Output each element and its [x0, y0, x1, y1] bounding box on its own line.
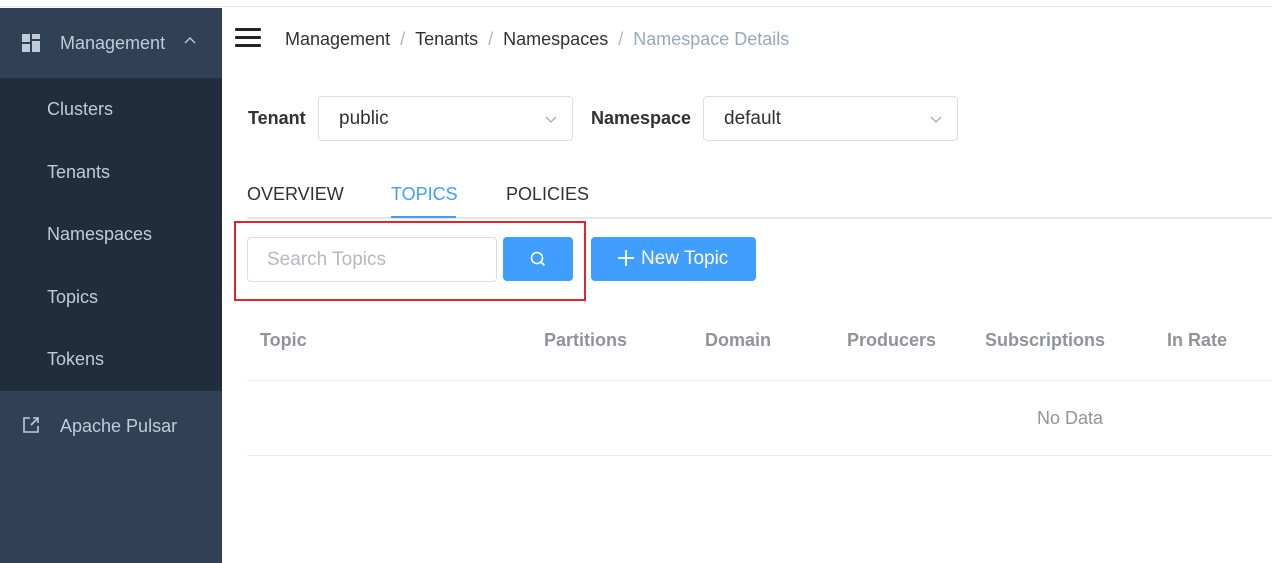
top-border — [0, 0, 1272, 7]
tab-topics[interactable]: TOPICS — [391, 184, 458, 205]
breadcrumb-separator: / — [618, 29, 624, 49]
breadcrumb-separator: / — [400, 29, 406, 49]
sidebar-item-namespaces[interactable]: Namespaces — [0, 203, 222, 265]
tenant-label: Tenant — [248, 108, 306, 128]
breadcrumb-separator: / — [488, 29, 494, 49]
tab-policies[interactable]: POLICIES — [506, 184, 589, 205]
sidebar-item-tenants[interactable]: Tenants — [0, 141, 222, 203]
sidebar-submenu: Clusters Tenants Namespaces Topics Token… — [0, 78, 222, 391]
sidebar: Management Clusters Tenants Namespaces T… — [0, 8, 222, 563]
sidebar-item-label: Clusters — [47, 99, 114, 119]
column-header-topic[interactable]: Topic — [260, 330, 307, 351]
external-link-icon — [23, 417, 39, 433]
chevron-down-icon — [545, 116, 557, 123]
chevron-up-icon — [184, 37, 196, 44]
breadcrumb: Management / Tenants / Namespaces / Namespace … — [285, 29, 789, 50]
column-header-producers[interactable]: Producers — [847, 330, 936, 351]
active-tab-indicator — [391, 216, 456, 218]
dashboard-grid-icon — [22, 34, 40, 52]
sidebar-group-label: Management — [60, 33, 166, 53]
tenant-select-value: public — [339, 108, 389, 129]
column-header-in-rate[interactable]: In Rate — [1167, 330, 1227, 351]
column-header-domain[interactable]: Domain — [705, 330, 771, 351]
breadcrumb-item-tenants[interactable]: Tenants — [415, 29, 478, 49]
sidebar-link-label: Apache Pulsar — [60, 416, 178, 436]
sidebar-item-clusters[interactable]: Clusters — [0, 78, 222, 140]
plus-icon — [618, 250, 634, 266]
namespace-select-value: default — [724, 108, 782, 129]
sidebar-item-label: Topics — [47, 287, 99, 307]
breadcrumb-item-management[interactable]: Management — [285, 29, 390, 49]
tenant-select[interactable]: public — [318, 96, 573, 141]
search-button[interactable] — [503, 237, 573, 281]
namespace-select[interactable]: default — [703, 96, 958, 141]
new-topic-button[interactable]: New Topic — [591, 237, 756, 281]
breadcrumb-item-current: Namespace Details — [633, 29, 790, 49]
search-icon — [530, 251, 546, 267]
tab-overview[interactable]: OVERVIEW — [247, 184, 344, 205]
table-header-divider — [247, 380, 1272, 381]
new-topic-label: New Topic — [641, 248, 729, 269]
search-topics-input[interactable] — [247, 237, 497, 282]
table-empty-text: No Data — [1037, 408, 1104, 428]
table-bottom-divider — [247, 455, 1272, 456]
chevron-down-icon — [930, 116, 942, 123]
column-header-partitions[interactable]: Partitions — [544, 330, 627, 351]
namespace-label: Namespace — [591, 108, 692, 128]
hamburger-menu-icon[interactable] — [235, 28, 261, 48]
sidebar-group-management[interactable]: Management — [0, 8, 222, 78]
sidebar-item-label: Tokens — [47, 349, 105, 369]
sidebar-link-apache-pulsar[interactable]: Apache Pulsar — [0, 391, 222, 461]
column-header-subscriptions[interactable]: Subscriptions — [985, 330, 1105, 351]
breadcrumb-item-namespaces[interactable]: Namespaces — [503, 29, 608, 49]
sidebar-item-label: Namespaces — [47, 224, 153, 244]
sidebar-item-topics[interactable]: Topics — [0, 266, 222, 328]
sidebar-item-tokens[interactable]: Tokens — [0, 328, 222, 390]
sidebar-item-label: Tenants — [47, 162, 111, 182]
